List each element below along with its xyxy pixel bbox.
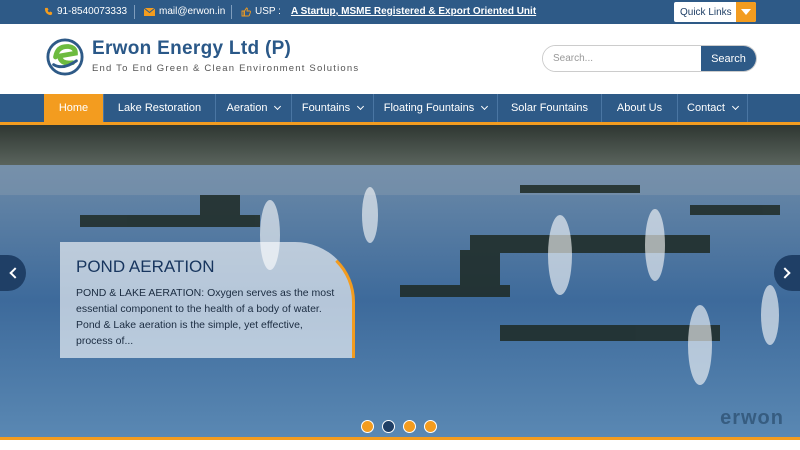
slide-title[interactable]: POND AERATION: [76, 257, 215, 277]
nav-label: Fountains: [301, 102, 351, 114]
slider-pagination: [361, 420, 437, 433]
nav-label: Solar Fountains: [510, 102, 589, 114]
content-separator: [0, 437, 800, 450]
phone-number: 91-8540073333: [57, 6, 128, 17]
slider-dot[interactable]: [424, 420, 437, 433]
nav-item-solar-fountains[interactable]: Solar Fountains: [498, 94, 602, 122]
top-bar: 91-8540073333 mail@erwon.in USP : A Star…: [0, 0, 800, 24]
email-address: mail@erwon.in: [159, 6, 226, 17]
main-nav: Home Lake Restoration Aeration Fountains…: [0, 94, 800, 122]
thumbs-up-icon: [241, 7, 251, 16]
search-input[interactable]: [543, 46, 701, 71]
chevron-right-icon: [779, 267, 791, 279]
site-title[interactable]: Erwon Energy Ltd (P): [92, 38, 291, 60]
email-contact[interactable]: mail@erwon.in: [144, 6, 225, 17]
divider: [231, 5, 232, 19]
nav-label: Home: [58, 102, 89, 114]
usp-block: USP : A Startup, MSME Registered & Expor…: [241, 6, 536, 17]
slider-dot[interactable]: [361, 420, 374, 433]
quick-links-label: Quick Links: [680, 6, 732, 18]
envelope-icon: [144, 7, 155, 16]
hero-slider: POND AERATION POND & LAKE AERATION: Oxyg…: [0, 125, 800, 437]
nav-label: Floating Fountains: [383, 102, 475, 114]
phone-contact[interactable]: 91-8540073333: [44, 6, 127, 17]
search-button[interactable]: Search: [701, 46, 756, 71]
site-tagline: End To End Green & Clean Environment Sol…: [92, 63, 360, 74]
chevron-down-icon: [357, 102, 365, 111]
slide-description: POND & LAKE AERATION: Oxygen serves as t…: [76, 287, 335, 347]
nav-item-home[interactable]: Home: [44, 94, 104, 122]
chevron-down-icon[interactable]: [736, 2, 756, 22]
nav-label: Lake Restoration: [117, 102, 202, 114]
watermark-logo: erwon: [720, 407, 784, 429]
nav-item-lake-restoration[interactable]: Lake Restoration: [104, 94, 216, 122]
slide-caption: POND AERATION POND & LAKE AERATION: Oxyg…: [60, 242, 355, 358]
usp-label: USP :: [255, 6, 281, 17]
nav-label: Aeration: [226, 102, 268, 114]
nav-item-contact[interactable]: Contact: [678, 94, 748, 122]
nav-item-about-us[interactable]: About Us: [602, 94, 678, 122]
quick-links-dropdown[interactable]: Quick Links: [674, 2, 756, 22]
chevron-down-icon: [274, 102, 282, 111]
usp-link[interactable]: A Startup, MSME Registered & Export Orie…: [291, 6, 536, 17]
phone-icon: [44, 7, 53, 16]
chevron-left-icon: [9, 267, 21, 279]
search-form: Search: [542, 45, 757, 72]
site-header: Erwon Energy Ltd (P) End To End Green & …: [0, 24, 800, 94]
chevron-down-icon: [731, 102, 739, 111]
nav-label: About Us: [616, 102, 663, 114]
erwon-logo-icon[interactable]: [46, 36, 84, 78]
nav-item-fountains[interactable]: Fountains: [292, 94, 374, 122]
divider: [134, 5, 135, 19]
slider-dot[interactable]: [403, 420, 416, 433]
chevron-down-icon: [481, 102, 489, 111]
nav-item-floating-fountains[interactable]: Floating Fountains: [374, 94, 498, 122]
nav-label: Contact: [687, 102, 725, 114]
slider-dot[interactable]: [382, 420, 395, 433]
nav-item-aeration[interactable]: Aeration: [216, 94, 292, 122]
